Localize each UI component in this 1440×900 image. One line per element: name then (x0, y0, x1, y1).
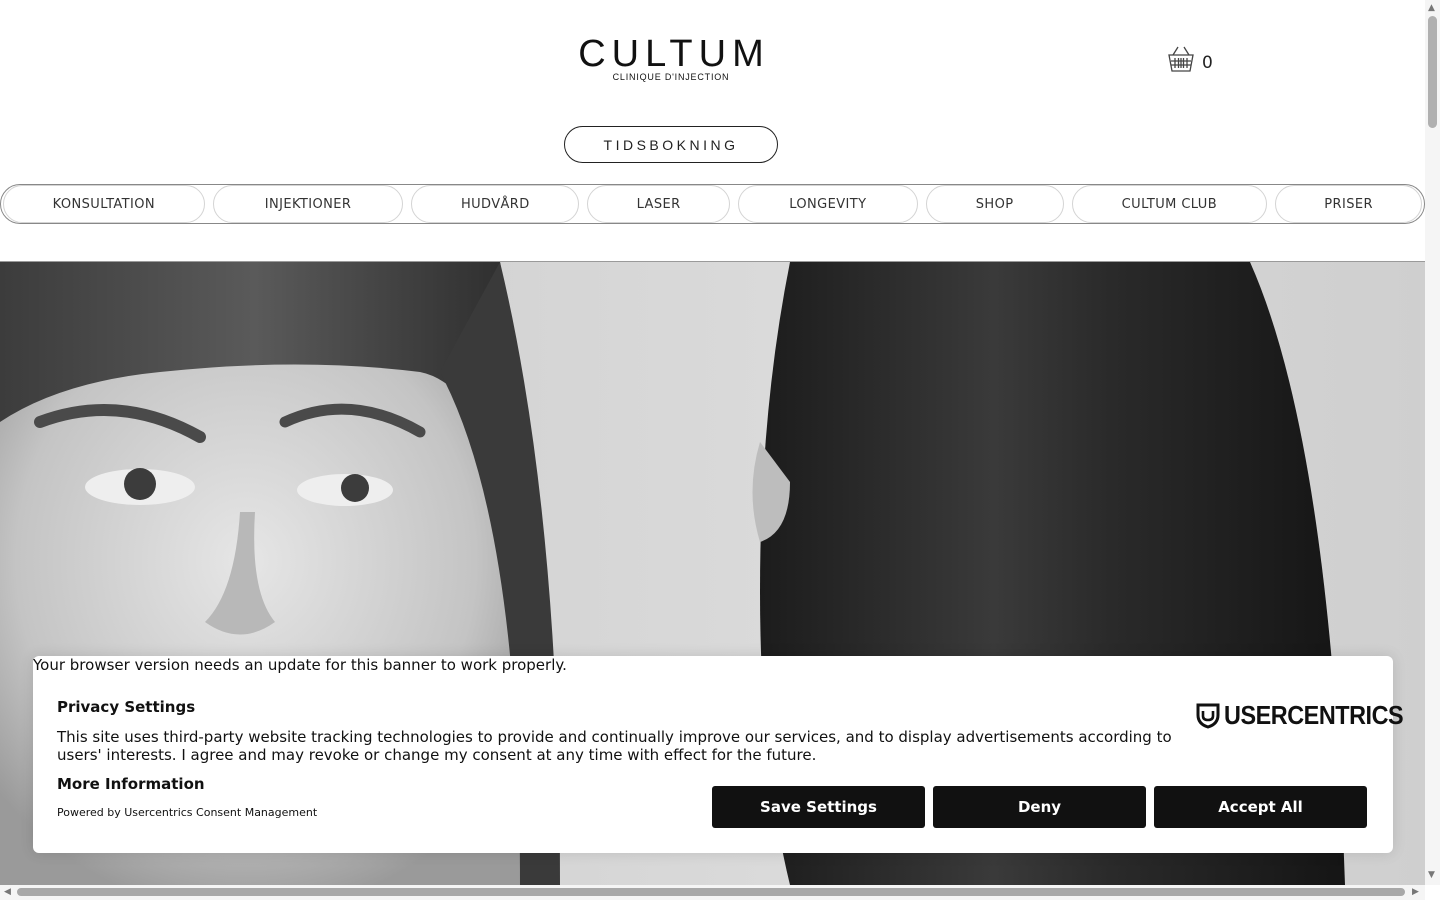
privacy-settings-title: Privacy Settings (57, 698, 196, 716)
nav-item-priser[interactable]: PRISER (1275, 185, 1422, 223)
logo-wordmark: CULTUM (578, 33, 770, 75)
privacy-settings-text: This site uses third-party website track… (57, 728, 1172, 764)
accept-all-button[interactable]: Accept All (1154, 786, 1367, 828)
scroll-left-arrow-icon[interactable]: ◀ (4, 888, 11, 897)
nav-item-hudvard[interactable]: HUDVÅRD (411, 185, 580, 223)
vertical-scrollbar[interactable] (1425, 0, 1440, 885)
nav-item-shop[interactable]: SHOP (925, 185, 1064, 223)
main-nav: KONSULTATION INJEKTIONER HUDVÅRD LASER L… (0, 184, 1425, 224)
page: CULTUM CLINIQUE D'INJECTION 0 TIDSBOKNIN… (0, 0, 1440, 900)
more-information-link[interactable]: More Information (57, 775, 205, 793)
deny-button[interactable]: Deny (933, 786, 1146, 828)
cart-button[interactable]: 0 (1166, 44, 1213, 74)
usercentrics-shield-icon (1196, 703, 1220, 729)
nav-item-injektioner[interactable]: INJEKTIONER (212, 185, 404, 223)
consent-banner: Privacy Settings This site uses third-pa… (33, 656, 1404, 853)
scroll-up-arrow-icon[interactable]: ▲ (1428, 4, 1435, 13)
nav-item-laser[interactable]: LASER (587, 185, 730, 223)
nav-item-cultum-club[interactable]: CULTUM CLUB (1071, 185, 1268, 223)
nav-item-longevity[interactable]: LONGEVITY (737, 185, 918, 223)
browser-update-warning: Your browser version needs an update for… (33, 656, 567, 674)
horizontal-scroll-thumb[interactable] (17, 888, 1405, 896)
save-settings-button[interactable]: Save Settings (712, 786, 925, 828)
powered-by-link[interactable]: Powered by Usercentrics Consent Manageme… (57, 806, 317, 819)
usercentrics-wordmark: USERCENTRICS (1224, 700, 1404, 730)
cart-count: 0 (1202, 53, 1213, 73)
nav-item-konsultation[interactable]: KONSULTATION (3, 185, 205, 223)
scroll-down-arrow-icon[interactable]: ▼ (1428, 871, 1435, 880)
scroll-right-arrow-icon[interactable]: ▶ (1412, 888, 1419, 897)
basket-icon (1168, 46, 1194, 72)
booking-button[interactable]: TIDSBOKNING (564, 126, 778, 163)
usercentrics-logo: USERCENTRICS (1196, 700, 1423, 731)
cultum-logo[interactable]: CULTUM CLINIQUE D'INJECTION (560, 34, 782, 82)
vertical-scroll-thumb[interactable] (1428, 16, 1437, 128)
